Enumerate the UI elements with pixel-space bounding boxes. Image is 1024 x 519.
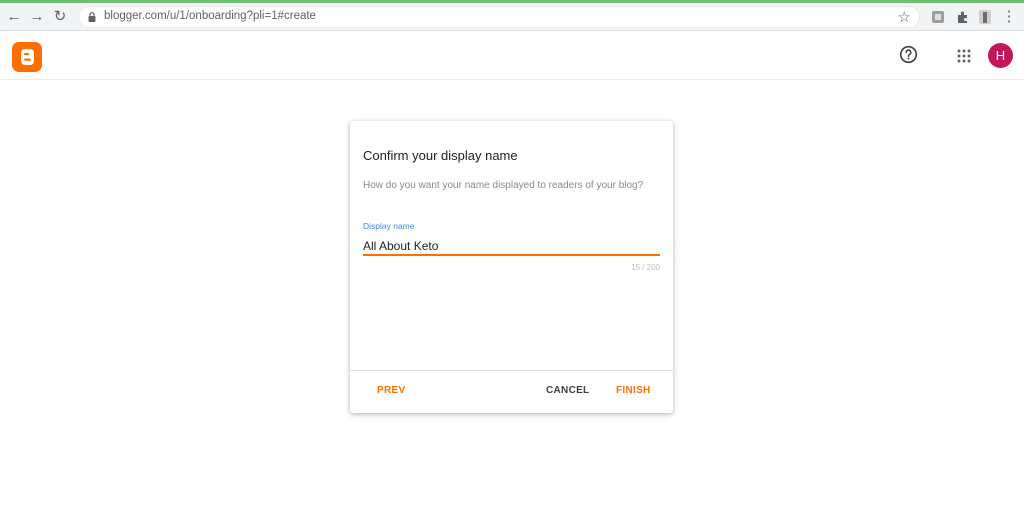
account-avatar[interactable]: H [988,43,1013,68]
cancel-button[interactable]: CANCEL [546,385,589,396]
back-icon[interactable]: ← [4,7,24,27]
dialog-description: How do you want your name displayed to r… [363,180,644,191]
browser-toolbar: ← → ↻ blogger.com/u/1/onboarding?pli=1#c… [0,3,1024,31]
forward-icon[interactable]: → [27,7,47,27]
lock-icon [88,12,96,22]
apps-grid-icon[interactable] [957,49,971,63]
prev-button[interactable]: PREV [377,385,405,396]
url-text: blogger.com/u/1/onboarding?pli=1#create [104,10,316,22]
display-name-dialog: Confirm your display name How do you wan… [350,121,673,413]
extensions-puzzle-icon[interactable] [955,9,971,25]
extension-icon[interactable] [930,9,946,25]
profile-icon[interactable] [977,9,993,25]
reload-icon[interactable]: ↻ [50,7,70,27]
dialog-divider [350,370,673,371]
help-icon[interactable] [899,45,918,64]
blogger-logo[interactable] [12,42,42,72]
bookmark-star-icon[interactable]: ☆ [898,8,911,26]
dialog-title: Confirm your display name [363,148,518,163]
address-bar[interactable]: blogger.com/u/1/onboarding?pli=1#create … [78,6,920,28]
blogger-b-icon [21,49,34,65]
finish-button[interactable]: FINISH [616,385,651,396]
display-name-input[interactable] [363,238,660,256]
app-header: H [0,32,1024,80]
display-name-label: Display name [363,221,415,231]
character-counter: 15 / 200 [631,263,660,272]
browser-menu-icon[interactable]: ⋮ [999,7,1019,27]
